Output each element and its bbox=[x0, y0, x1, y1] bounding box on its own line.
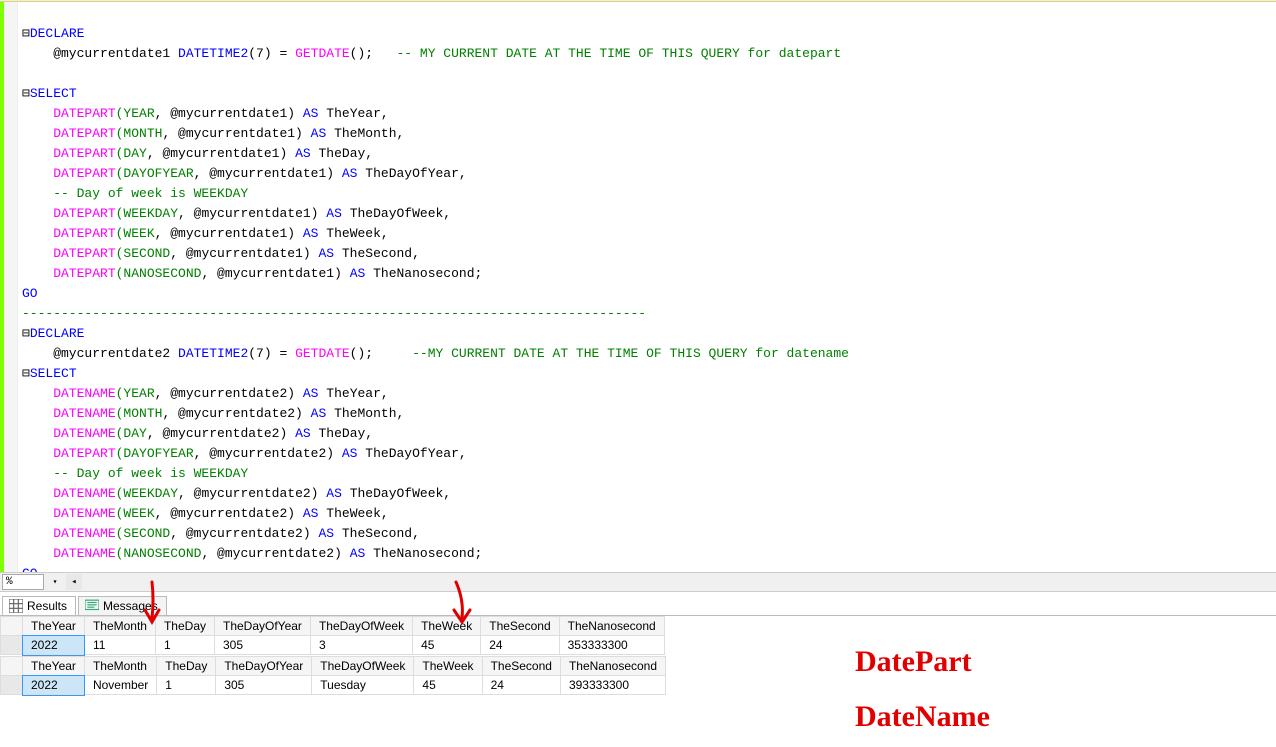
cell[interactable]: Tuesday bbox=[312, 676, 414, 695]
cell[interactable]: 2022 bbox=[23, 636, 85, 655]
tab-results[interactable]: Results bbox=[2, 596, 76, 615]
cell[interactable]: November bbox=[84, 676, 156, 695]
cell[interactable]: 305 bbox=[216, 676, 312, 695]
col-header[interactable]: TheYear bbox=[23, 617, 85, 636]
col-header[interactable]: TheNanosecond bbox=[559, 617, 664, 636]
messages-icon bbox=[85, 599, 99, 613]
tab-messages[interactable]: Messages bbox=[78, 596, 167, 615]
cell[interactable]: 305 bbox=[215, 636, 311, 655]
col-header[interactable]: TheSecond bbox=[482, 657, 560, 676]
col-header[interactable]: TheDayOfWeek bbox=[312, 657, 414, 676]
results-tabs: Results Messages bbox=[0, 592, 1276, 616]
scroll-left-icon[interactable]: ◂ bbox=[66, 574, 82, 590]
table-header-row: TheYear TheMonth TheDay TheDayOfYear The… bbox=[1, 657, 666, 676]
code-editor[interactable]: ⊟DECLARE @mycurrentdate1 DATETIME2(7) = … bbox=[0, 0, 1276, 572]
col-header[interactable]: TheYear bbox=[23, 657, 85, 676]
col-header[interactable]: TheMonth bbox=[84, 617, 155, 636]
zoom-dropdown-icon[interactable]: ▾ bbox=[48, 575, 62, 589]
col-header[interactable]: TheWeek bbox=[414, 657, 482, 676]
cell[interactable]: 1 bbox=[155, 636, 214, 655]
table-header-row: TheYear TheMonth TheDay TheDayOfYear The… bbox=[1, 617, 665, 636]
cell[interactable]: 2022 bbox=[23, 676, 85, 695]
col-header[interactable]: TheWeek bbox=[413, 617, 481, 636]
table-row[interactable]: 2022 November 1 305 Tuesday 45 24 393333… bbox=[1, 676, 666, 695]
table-row[interactable]: 2022 11 1 305 3 45 24 353333300 bbox=[1, 636, 665, 655]
cell[interactable]: 24 bbox=[481, 636, 559, 655]
editor-gutter bbox=[0, 2, 18, 572]
col-header[interactable]: TheDayOfYear bbox=[215, 617, 311, 636]
cell[interactable]: 393333300 bbox=[560, 676, 665, 695]
col-header[interactable]: TheDay bbox=[155, 617, 214, 636]
tab-messages-label: Messages bbox=[103, 599, 158, 613]
col-header[interactable]: TheDayOfYear bbox=[216, 657, 312, 676]
col-header[interactable]: TheDay bbox=[157, 657, 216, 676]
col-header[interactable]: TheSecond bbox=[481, 617, 559, 636]
col-header[interactable]: TheMonth bbox=[84, 657, 156, 676]
cell[interactable]: 3 bbox=[310, 636, 412, 655]
cell[interactable]: 353333300 bbox=[559, 636, 664, 655]
result-grid-2[interactable]: TheYear TheMonth TheDay TheDayOfYear The… bbox=[0, 656, 666, 695]
zoom-bar: % ▾ ◂ bbox=[0, 572, 1276, 592]
results-pane[interactable]: TheYear TheMonth TheDay TheDayOfYear The… bbox=[0, 616, 1276, 745]
col-header[interactable]: TheNanosecond bbox=[560, 657, 665, 676]
tab-results-label: Results bbox=[27, 599, 67, 613]
cell[interactable]: 45 bbox=[414, 676, 482, 695]
zoom-input[interactable]: % bbox=[2, 574, 44, 590]
result-grid-1[interactable]: TheYear TheMonth TheDay TheDayOfYear The… bbox=[0, 616, 665, 655]
cell[interactable]: 24 bbox=[482, 676, 560, 695]
code-content[interactable]: ⊟DECLARE @mycurrentdate1 DATETIME2(7) = … bbox=[18, 2, 1276, 572]
col-header[interactable]: TheDayOfWeek bbox=[310, 617, 412, 636]
grid-icon bbox=[9, 599, 23, 613]
cell[interactable]: 11 bbox=[84, 636, 155, 655]
cell[interactable]: 45 bbox=[413, 636, 481, 655]
cell[interactable]: 1 bbox=[157, 676, 216, 695]
